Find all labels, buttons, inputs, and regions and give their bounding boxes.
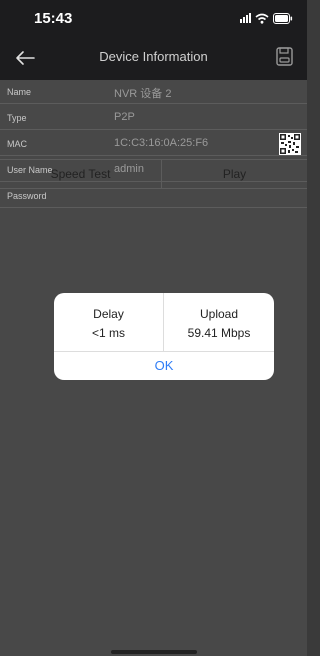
field-value: P2P [114,111,135,123]
nav-bar: Device Information [0,36,307,80]
upload-label: Upload [199,307,239,321]
upload-value: 59.41 Mbps [187,326,251,340]
wifi-icon [255,13,269,24]
ok-button[interactable]: OK [54,351,274,380]
save-icon[interactable] [275,46,295,68]
upload-section: Upload 59.41 Mbps [164,293,274,351]
field-label: Type [7,113,27,123]
status-time: 15:43 [34,10,73,27]
delay-section: Delay <1 ms [54,293,164,351]
page-title: Device Information [99,49,208,64]
home-indicator [111,650,197,654]
field-row-name[interactable]: Name NVR 设备 2 [0,80,307,104]
battery-icon [273,12,293,24]
field-value[interactable]: NVR 设备 2 [114,85,171,101]
field-label: Name [7,87,32,97]
field-value: 1C:C3:16:0A:25:F6 [114,137,209,149]
field-row-type[interactable]: Type P2P [0,106,307,130]
field-label: MAC [7,139,27,149]
qr-code-icon[interactable] [279,133,301,155]
delay-label: Delay [93,307,124,321]
action-buttons: Speed Test Play [0,159,307,189]
status-icons [240,12,293,24]
play-button[interactable]: Play [162,160,307,188]
signal-icon [240,13,251,23]
field-label: Password [7,191,47,201]
delay-value: <1 ms [91,326,125,340]
status-bar: 15:43 [0,0,307,36]
speed-test-dialog: Delay <1 ms Upload 59.41 Mbps OK [54,293,274,380]
field-row-mac: MAC 1C:C3:16:0A:25:F6 [0,132,307,156]
speed-test-button[interactable]: Speed Test [0,160,162,188]
